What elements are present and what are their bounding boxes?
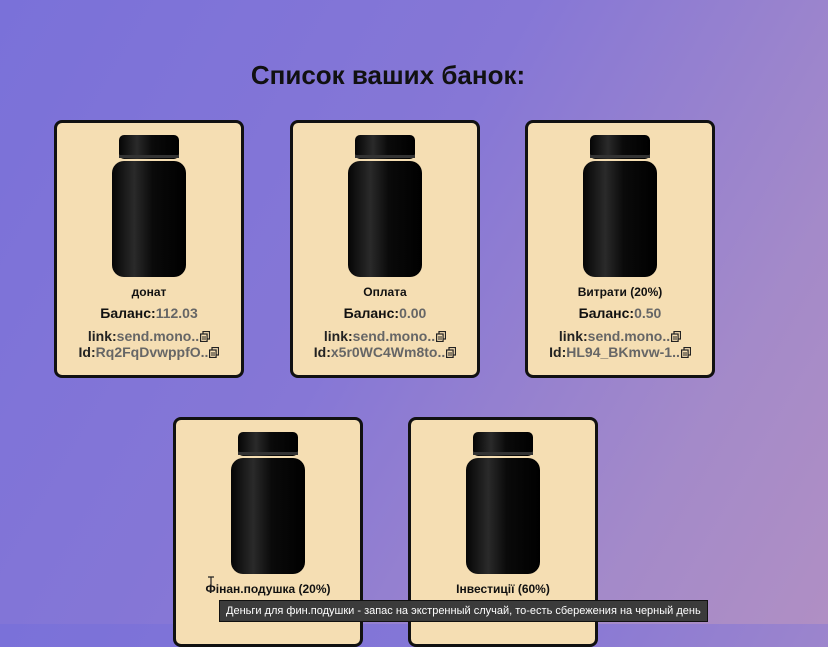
copy-icon[interactable] (436, 331, 447, 342)
copy-icon[interactable] (446, 347, 457, 358)
jar-icon (231, 432, 305, 574)
copy-icon[interactable] (671, 331, 682, 342)
jar-link[interactable]: link:send.mono.. (293, 328, 477, 344)
jar-icon (348, 135, 422, 277)
jar-card-oplata[interactable]: Оплата Баланс:0.00 link:send.mono.. Id:x… (290, 120, 480, 378)
jar-link[interactable]: link:send.mono.. (57, 328, 241, 344)
jar-id[interactable]: Id:x5r0WC4Wm8to.. (293, 344, 477, 360)
jar-id[interactable]: Id:Rq2FqDvwppfO.. (57, 344, 241, 360)
text-cursor-icon (208, 576, 214, 592)
jar-icon (112, 135, 186, 277)
jar-description-tooltip: Деньги для фин.подушки - запас на экстре… (219, 600, 708, 622)
jar-name: Інвестиції (60%) (456, 582, 550, 596)
jar-id[interactable]: Id:HL94_BKmvw-1.. (528, 344, 712, 360)
copy-icon[interactable] (680, 347, 691, 358)
jar-card-vytraty[interactable]: Витрати (20%) Баланс:0.50 link:send.mono… (525, 120, 715, 378)
jar-name: Витрати (20%) (577, 285, 663, 299)
page-title: Список ваших банок: (250, 60, 526, 90)
jar-link[interactable]: link:send.mono.. (528, 328, 712, 344)
jar-icon (583, 135, 657, 277)
jar-balance: Баланс:0.00 (343, 305, 427, 321)
jar-balance: Баланс:112.03 (100, 305, 198, 321)
jar-name[interactable]: Фінан.подушка (20%) (176, 582, 360, 596)
copy-icon[interactable] (209, 347, 220, 358)
jar-card-donat[interactable]: донат Баланс:112.03 link:send.mono.. Id:… (54, 120, 244, 378)
copy-icon[interactable] (200, 331, 211, 342)
jar-name: донат (131, 285, 167, 299)
jar-name: Оплата (363, 285, 407, 299)
jar-icon (466, 432, 540, 574)
jar-balance: Баланс:0.50 (578, 305, 662, 321)
